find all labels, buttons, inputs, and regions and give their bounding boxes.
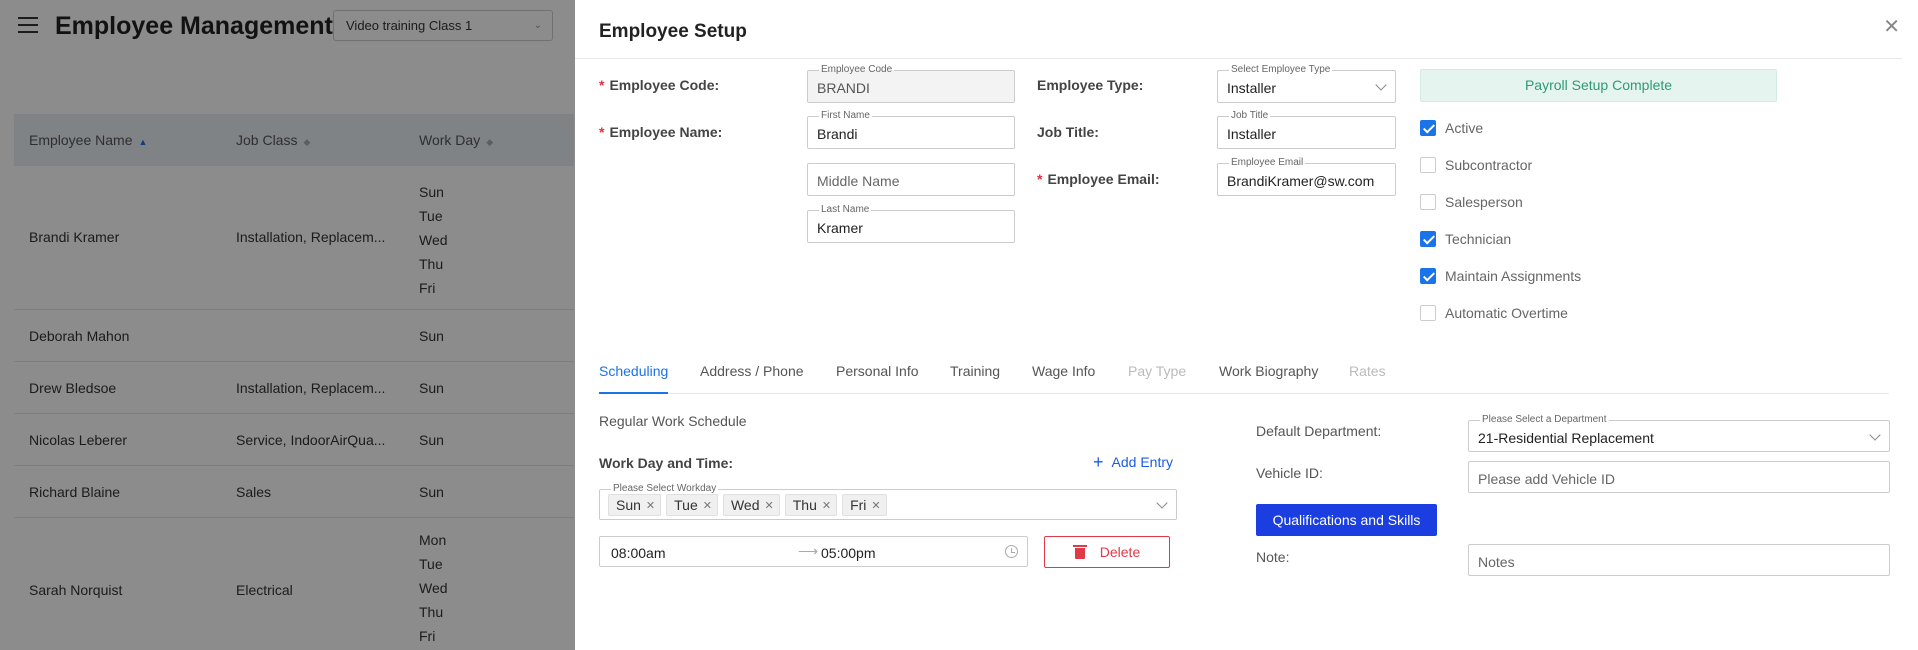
close-icon[interactable]: ✕ [1883,14,1900,39]
tab-pay-type: Pay Type [1128,363,1187,379]
workday-tag: Thu ✕ [784,494,838,516]
workday-select[interactable]: Please Select Workday Sun ✕ Tue ✕ Wed ✕ Thu… [599,483,1177,520]
last-name-field[interactable]: Last Name Kramer [807,204,1015,243]
close-icon[interactable]: ✕ [822,499,831,512]
checkbox-subcontractor[interactable]: Subcontractor [1420,155,1532,175]
workday-tag: Tue ✕ [666,494,718,516]
tab-work-biography[interactable]: Work Biography [1219,363,1318,394]
first-name-field[interactable]: First Name Brandi [807,110,1015,149]
checkbox-icon[interactable] [1420,231,1436,247]
workday-tag: Fri ✕ [842,494,887,516]
default-department-label: Default Department: [1256,423,1382,439]
job-title-field[interactable]: Job Title Installer [1217,110,1396,149]
checkbox-icon[interactable] [1420,268,1436,284]
chevron-down-icon [1869,429,1881,441]
modal-backdrop[interactable] [0,0,575,650]
qualifications-skills-button[interactable]: Qualifications and Skills [1256,504,1437,536]
add-entry-button[interactable]: + Add Entry [1093,452,1173,472]
checkbox-automatic-overtime[interactable]: Automatic Overtime [1420,303,1568,323]
checkbox-icon[interactable] [1420,120,1436,136]
employee-name-label: * Employee Name: [599,124,723,140]
payroll-setup-complete-button[interactable]: Payroll Setup Complete [1420,69,1777,102]
end-time[interactable]: 05:00pm [821,545,875,561]
employee-email-field[interactable]: Employee Email BrandiKramer@sw.com [1217,157,1396,196]
employee-email-label: * Employee Email: [1037,171,1160,187]
checkbox-icon[interactable] [1420,194,1436,210]
note-label: Note: [1256,549,1290,565]
work-day-time-label: Work Day and Time: [599,455,734,471]
tab-scheduling[interactable]: Scheduling [599,363,669,394]
regular-work-schedule-label: Regular Work Schedule [599,413,747,429]
checkbox-active[interactable]: Active [1420,118,1483,138]
checkbox-technician[interactable]: Technician [1420,229,1511,249]
employee-code-label: * Employee Code: [599,77,720,93]
tab-address-phone[interactable]: Address / Phone [700,363,804,394]
time-range-picker[interactable]: 08:00am ⟶ 05:00pm [599,536,1028,567]
workday-tag: Wed ✕ [722,494,780,516]
close-icon[interactable]: ✕ [646,499,655,512]
tab-training[interactable]: Training [950,363,1000,394]
trash-icon [1072,545,1087,559]
checkbox-icon[interactable] [1420,157,1436,173]
vehicle-id-field[interactable]: Please add Vehicle ID [1468,461,1890,493]
plus-icon: + [1093,452,1104,472]
divider [575,58,1918,59]
employee-type-select[interactable]: Select Employee Type Installer [1217,64,1396,103]
checkbox-maintain-assignments[interactable]: Maintain Assignments [1420,266,1581,286]
delete-button[interactable]: Delete [1044,536,1170,568]
scrollbar[interactable] [1902,0,1918,650]
vehicle-id-label: Vehicle ID: [1256,465,1323,481]
employee-type-label: Employee Type: [1037,77,1144,93]
job-title-label: Job Title: [1037,124,1099,140]
tab-wage-info[interactable]: Wage Info [1032,363,1095,394]
tab-bar: Scheduling Address / Phone Personal Info… [599,360,1889,394]
tab-personal-info[interactable]: Personal Info [836,363,919,394]
checkbox-salesperson[interactable]: Salesperson [1420,192,1523,212]
chevron-down-icon [1156,497,1168,509]
clock-icon [1005,545,1018,558]
drawer-title: Employee Setup [599,21,747,42]
chevron-down-icon [1375,79,1387,91]
employee-setup-drawer: Employee Setup ✕ * Employee Code: * Employ… [575,0,1918,650]
employee-code-field: Employee Code BRANDI [807,64,1015,103]
close-icon[interactable]: ✕ [871,499,880,512]
workday-tag: Sun ✕ [608,494,662,516]
checkbox-icon[interactable] [1420,305,1436,321]
arrow-right-icon: ⟶ [798,543,819,559]
tab-rates: Rates [1349,363,1386,379]
close-icon[interactable]: ✕ [703,499,712,512]
start-time[interactable]: 08:00am [611,545,665,561]
workday-tags: Sun ✕ Tue ✕ Wed ✕ Thu ✕ Fri ✕ [608,494,892,516]
close-icon[interactable]: ✕ [765,499,774,512]
middle-name-field[interactable]: Middle Name [807,163,1015,196]
department-select[interactable]: Please Select a Department 21-Residentia… [1468,414,1890,452]
notes-field[interactable]: Notes [1468,544,1890,576]
